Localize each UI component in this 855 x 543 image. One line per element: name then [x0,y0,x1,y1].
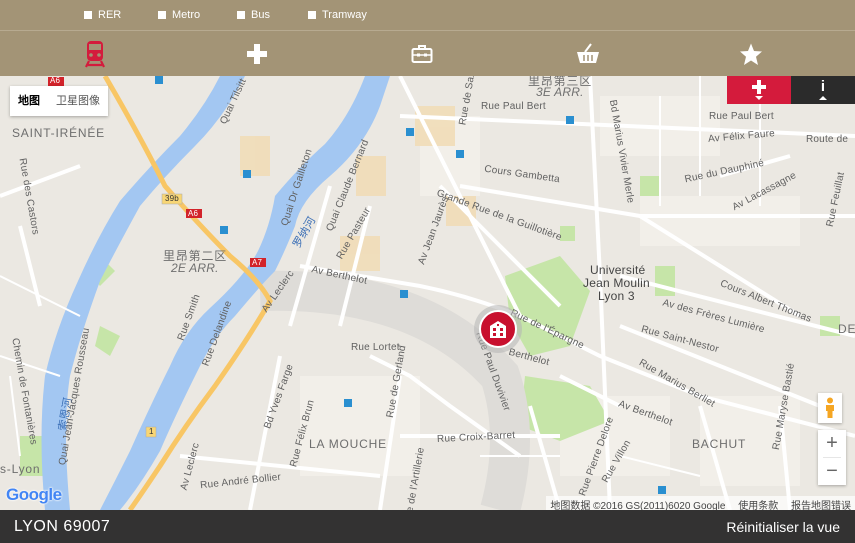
checkbox-icon [84,11,92,19]
category-shopping[interactable] [558,31,618,77]
app: RER Metro Bus Tramway A6 A6 A7 39b 1 里昂第… [0,0,855,543]
poi-universite: Université [590,263,646,277]
star-icon [740,43,762,65]
checkbox-icon [237,11,245,19]
district-la-mouche: LA MOUCHE [309,437,387,451]
filter-rer-label: RER [98,9,122,21]
district-arr2: 2E ARR. [171,261,219,275]
zoom-in-button[interactable]: + [818,430,846,457]
terms-link[interactable]: 使用条款 [738,501,778,510]
district-de: DE [838,322,855,336]
chevron-down-icon [755,96,763,100]
plus-icon [752,80,766,94]
chevron-up-icon [819,96,827,100]
map-type-satellite-button[interactable]: 卫星图像 [48,86,108,116]
road-shield-a7: A7 [252,258,263,267]
road-shield-39b: 39b [165,194,179,203]
map-view[interactable]: A6 A6 A7 39b 1 里昂第三区 3E ARR. 里昂第二区 2E AR… [0,76,855,510]
medical-cross-icon [247,44,267,64]
district-bachut: BACHUT [692,437,747,451]
filter-rer[interactable]: RER [84,9,158,21]
checkbox-icon [308,11,316,19]
report-error-link[interactable]: 报告地图错误 [791,501,851,510]
location-marker[interactable] [474,305,522,353]
building-icon [490,321,506,338]
map-type-control: 地图 卫星图像 [10,86,108,116]
district-arr3: 3E ARR. [536,85,584,99]
train-icon [85,41,105,68]
map-attribution: 地图数据 ©2016 GS(2011)6020 Google 使用条款 报告地图… [546,496,855,510]
district-s-lyon: s-Lyon [0,462,41,476]
poi-lyon3: Lyon 3 [598,289,635,303]
info-icon: i [820,78,826,95]
attribution-data: 地图数据 ©2016 GS(2011)6020 Google [550,501,726,510]
briefcase-icon [411,45,433,63]
filter-tramway-label: Tramway [322,9,367,21]
shopping-basket-icon [577,43,599,63]
street-rue-paul-bert: Rue Paul Bert [481,101,546,112]
category-health[interactable] [227,31,287,77]
category-bar [0,30,855,76]
transport-filter-bar: RER Metro Bus Tramway [0,0,855,30]
footer-bar: LYON 69007 Réinitialiser la vue [0,510,855,543]
category-business[interactable] [392,31,452,77]
info-panel-tab[interactable]: i [791,76,855,104]
map-type-map-button[interactable]: 地图 [10,86,48,116]
street-route-de: Route de [806,134,849,145]
zoom-control: + − [818,430,846,485]
filter-tramway[interactable]: Tramway [308,9,367,21]
street-view-pegman[interactable] [818,393,842,423]
checkbox-icon [158,11,166,19]
district-saint-irenee: SAINT-IRÉNÉE [12,126,105,140]
google-logo-text: Google [6,485,62,504]
category-favorites[interactable] [721,31,781,77]
reset-view-button[interactable]: Réinitialiser la vue [726,519,840,535]
road-shield-a6: A6 [50,76,61,85]
filter-metro-label: Metro [172,9,201,21]
pegman-icon [826,397,834,418]
location-label: LYON 69007 [14,517,111,535]
building-marker [479,310,517,348]
road-shield-1: 1 [149,427,154,436]
filter-bus-label: Bus [251,9,270,21]
filter-metro[interactable]: Metro [158,9,237,21]
road-shield-a6-second: A6 [188,209,199,218]
filter-bus[interactable]: Bus [237,9,308,21]
poi-jean-moulin: Jean Moulin [583,276,650,290]
category-transport[interactable] [65,31,125,77]
street-rue-lortet: Rue Lortet [351,342,400,353]
street-rue-paul-bert-east: Rue Paul Bert [709,111,774,122]
zoom-out-button[interactable]: − [818,458,846,485]
add-panel-tab[interactable] [727,76,791,104]
google-logo[interactable]: Google [6,485,62,505]
